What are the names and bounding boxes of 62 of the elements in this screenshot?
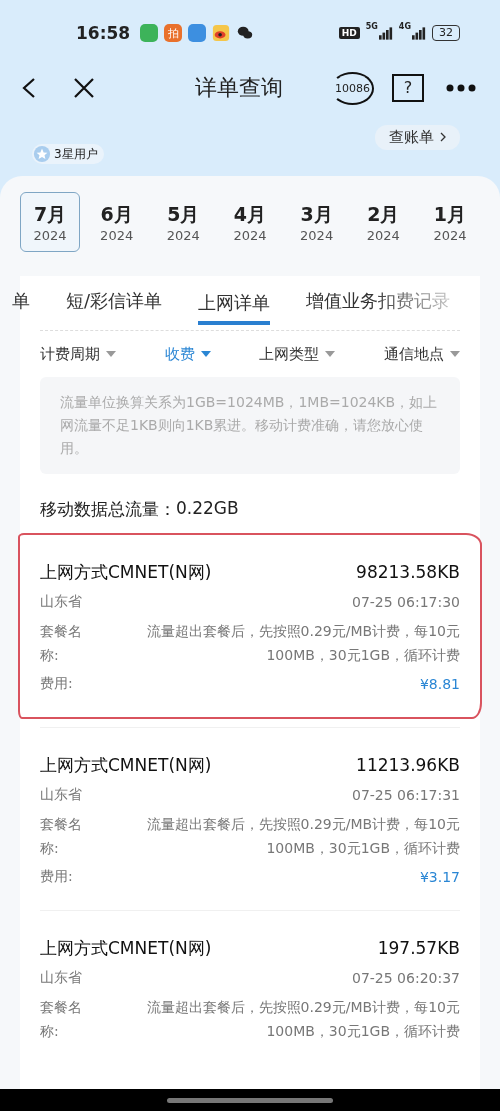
month-tab[interactable]: 3月 2024: [286, 192, 347, 252]
fee-amount: ¥3.17: [419, 869, 460, 885]
caret-icon: [325, 351, 336, 357]
weather-app-icon: [188, 24, 207, 42]
data-usage: 98213.58KB: [356, 562, 460, 582]
status-time: 16:58: [76, 23, 131, 43]
total-label: 移动数据总流量：: [40, 498, 176, 521]
record-title: 上网方式CMNET(N网): [40, 753, 212, 777]
record-location: 山东省: [40, 969, 82, 987]
record-time: 07-25 06:20:37: [352, 970, 460, 986]
hd-indicator: HD: [338, 27, 360, 39]
more-icon[interactable]: [446, 84, 476, 92]
caret-icon: [200, 351, 211, 357]
signal-icon: [378, 26, 393, 40]
month-tab[interactable]: 4月 2024: [219, 192, 280, 252]
total-value: 0.22GB: [176, 498, 239, 520]
detail-tab[interactable]: 增值业务扣费记录: [306, 285, 451, 317]
detail-tab[interactable]: 单: [12, 285, 30, 317]
signal-icon: [412, 26, 426, 40]
help-button[interactable]: ?: [392, 74, 424, 102]
package-text: 流量超出套餐后，先按照0.29元/MB计费，每10元100MB，30元1GB，循环计费: [145, 998, 460, 1041]
caret-icon: [106, 351, 116, 357]
message-app-icon: [140, 24, 159, 42]
month-tab[interactable]: 7月 2024: [20, 192, 80, 252]
package-text: 流量超出套餐后，先按照0.29元/MB计费，每10元100MB，30元1GB，循环计费: [145, 815, 460, 858]
month-tab[interactable]: 2月 2024: [353, 192, 414, 252]
view-bill-button[interactable]: 查账单: [375, 125, 460, 150]
fee-amount: ¥8.81: [419, 676, 460, 692]
filter-dropdown[interactable]: 收费: [164, 344, 211, 364]
network-label: 5G: [365, 22, 378, 31]
data-usage: 11213.96KB: [356, 755, 460, 775]
network-label: 4G: [398, 22, 411, 31]
caret-icon: [449, 351, 460, 357]
month-tab[interactable]: 6月 2024: [86, 192, 147, 252]
record-time: 07-25 06:17:30: [352, 594, 460, 610]
package-label: 套餐名称:: [40, 815, 82, 858]
camera-app-icon: 拍: [164, 24, 183, 42]
package-label: 套餐名称:: [40, 998, 82, 1041]
data-usage: 197.57KB: [377, 938, 460, 958]
battery-indicator: 32: [432, 25, 460, 41]
page-title: 详单查询: [193, 74, 284, 102]
user-level-label: 3星用户: [54, 145, 98, 163]
month-tab[interactable]: 1月 2024: [419, 192, 480, 252]
filter-dropdown[interactable]: 上网类型: [259, 344, 336, 364]
notice-text: 流量单位换算关系为1GB=1024MB，1MB=1024KB，如上网流量不足1KB则向1KB累进。移动计费准确，请您放心使用。: [40, 377, 460, 474]
detail-tab[interactable]: 短/彩信详单: [66, 285, 163, 317]
record-time: 07-25 06:17:31: [352, 787, 460, 803]
record-title: 上网方式CMNET(N网): [40, 560, 212, 584]
home-indicator[interactable]: [167, 1097, 333, 1103]
package-text: 流量超出套餐后，先按照0.29元/MB计费，每10元100MB，30元1GB，循环计费: [145, 622, 460, 665]
record-location: 山东省: [40, 786, 82, 804]
record-title: 上网方式CMNET(N网): [40, 936, 212, 960]
month-tab[interactable]: 5月 2024: [153, 192, 214, 252]
record-location: 山东省: [40, 593, 82, 611]
filter-dropdown[interactable]: 计费周期: [40, 344, 116, 364]
weibo-icon: [212, 24, 231, 42]
detail-tab[interactable]: 上网详单: [198, 287, 271, 325]
fee-label: 费用:: [40, 675, 73, 693]
chevron-right-icon: [440, 132, 446, 142]
package-label: 套餐名称:: [40, 622, 82, 665]
fee-label: 费用:: [40, 868, 73, 886]
filter-dropdown[interactable]: 通信地点: [383, 344, 460, 364]
